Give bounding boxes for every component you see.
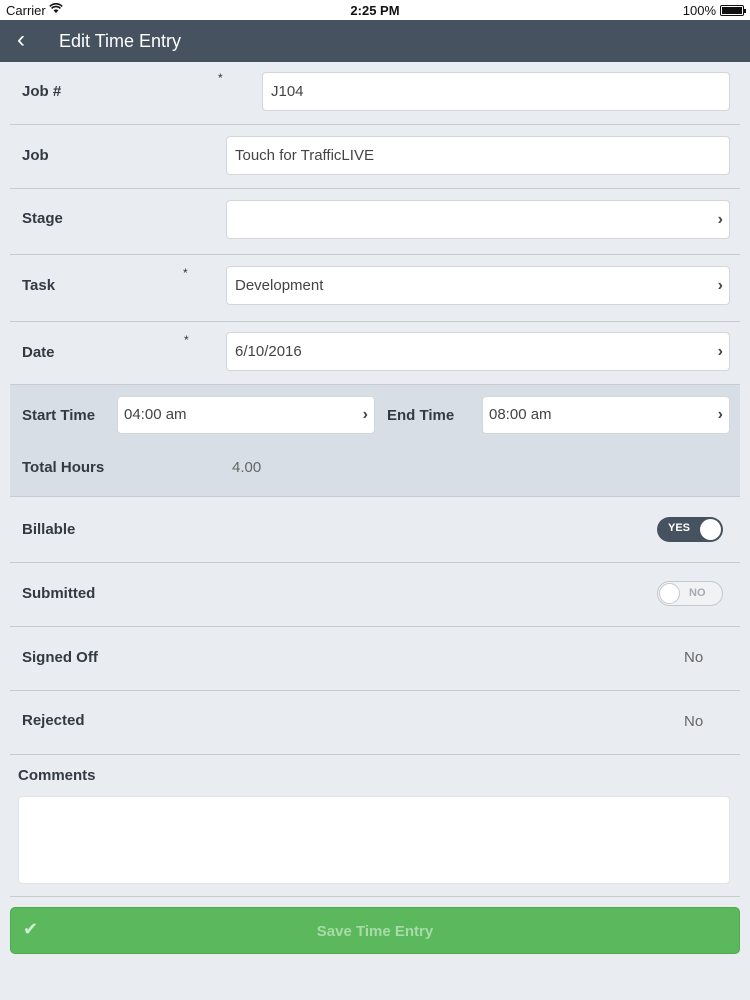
submitted-label: Submitted	[22, 585, 96, 602]
comments-textarea[interactable]	[18, 796, 730, 884]
save-button-label: Save Time Entry	[316, 923, 434, 940]
battery-percent: 100%	[682, 3, 716, 18]
submitted-row: Submitted NO	[10, 563, 740, 627]
billable-row: Billable YES	[10, 497, 740, 563]
status-bar: Carrier 2:25 PM 100%	[0, 0, 750, 20]
job-number-value: J104	[271, 83, 304, 100]
page-title: Edit Time Entry	[59, 31, 182, 51]
signed-off-value: No	[684, 649, 704, 666]
navigation-bar: ‹ Edit Time Entry	[0, 20, 750, 62]
required-asterisk: *	[184, 333, 189, 347]
chevron-right-icon: ›	[717, 406, 723, 423]
task-select[interactable]: Development ›	[226, 266, 730, 305]
task-row: Task * Development ›	[10, 255, 740, 322]
billable-toggle[interactable]: YES	[657, 517, 723, 542]
date-picker[interactable]: 6/10/2016 ›	[226, 332, 730, 371]
signed-off-row: Signed Off No	[10, 627, 740, 691]
signed-off-label: Signed Off	[22, 649, 98, 666]
billable-toggle-state: YES	[668, 522, 691, 534]
start-time-picker[interactable]: 04:00 am ›	[117, 396, 375, 434]
job-number-input[interactable]: J104	[262, 72, 730, 111]
task-label: Task	[22, 277, 56, 294]
start-time-label: Start Time	[22, 407, 96, 424]
submitted-toggle[interactable]: NO	[657, 581, 723, 606]
toggle-knob	[659, 583, 680, 604]
required-asterisk: *	[218, 71, 223, 85]
job-label: Job	[22, 147, 49, 164]
toggle-knob	[700, 519, 721, 540]
date-row: Date * 6/10/2016 ›	[10, 322, 740, 385]
time-section: Start Time 04:00 am › End Time 08:00 am …	[10, 385, 740, 497]
end-time-value: 08:00 am	[489, 406, 552, 423]
end-time-picker[interactable]: 08:00 am ›	[482, 396, 730, 434]
total-hours-label: Total Hours	[22, 459, 105, 476]
job-number-label: Job #	[22, 83, 62, 100]
date-label: Date	[22, 344, 55, 361]
save-time-entry-button[interactable]: ✔ Save Time Entry	[10, 907, 740, 954]
job-number-row: Job # * J104	[10, 62, 740, 125]
submitted-toggle-state: NO	[689, 587, 706, 599]
divider	[10, 896, 740, 897]
job-row: Job Touch for TrafficLIVE	[10, 125, 740, 189]
date-value: 6/10/2016	[235, 343, 302, 360]
stage-row: Stage ›	[10, 189, 740, 255]
comments-label: Comments	[18, 767, 96, 784]
required-asterisk: *	[183, 266, 188, 280]
task-value: Development	[235, 277, 324, 294]
job-input[interactable]: Touch for TrafficLIVE	[226, 136, 730, 175]
stage-label: Stage	[22, 210, 63, 227]
rejected-value: No	[684, 713, 704, 730]
chevron-right-icon: ›	[362, 406, 368, 423]
chevron-right-icon: ›	[717, 343, 723, 360]
stage-select[interactable]: ›	[226, 200, 730, 239]
chevron-right-icon: ›	[717, 277, 723, 294]
end-time-label: End Time	[387, 407, 455, 424]
rejected-label: Rejected	[22, 712, 85, 729]
rejected-row: Rejected No	[10, 691, 740, 755]
job-value: Touch for TrafficLIVE	[235, 147, 374, 164]
chevron-left-icon[interactable]: ‹	[17, 28, 25, 52]
clock: 2:25 PM	[350, 3, 400, 18]
billable-label: Billable	[22, 521, 76, 538]
total-hours-value: 4.00	[232, 459, 262, 476]
chevron-right-icon: ›	[717, 211, 723, 228]
battery-icon	[720, 5, 746, 16]
start-time-value: 04:00 am	[124, 406, 187, 423]
